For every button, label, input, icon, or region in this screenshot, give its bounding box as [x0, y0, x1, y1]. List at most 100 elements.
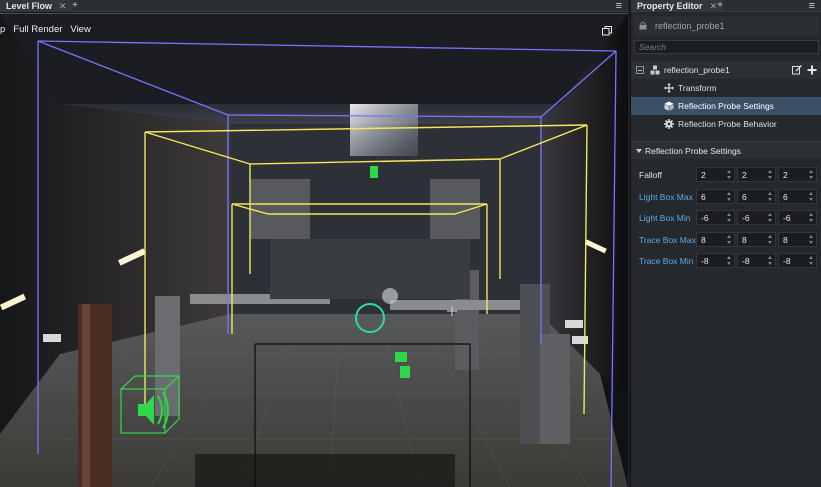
property-row-trace-box-max: Trace Box Max 8 8 8 [631, 229, 821, 251]
property-list: Falloff 2 2 2 Light Box Max 6 6 6 Light … [631, 164, 821, 272]
spinner-icon[interactable] [809, 169, 814, 180]
number-field-y[interactable]: 8 [737, 231, 776, 247]
number-value: 6 [742, 191, 747, 202]
number-field-x[interactable]: 2 [696, 167, 735, 182]
tree-item-root[interactable]: reflection_probe1 [631, 61, 821, 79]
spinner-icon[interactable] [727, 234, 732, 245]
number-value: -6 [701, 213, 709, 223]
edit-icon[interactable] [792, 65, 802, 75]
scene-render [0, 14, 628, 487]
spinner-icon[interactable] [727, 255, 732, 266]
number-value: 2 [783, 170, 788, 180]
number-field-x[interactable]: -8 [696, 253, 735, 268]
number-field-y[interactable]: 2 [737, 167, 776, 182]
property-label: Light Box Max [639, 191, 693, 202]
spinner-icon[interactable] [809, 191, 814, 202]
number-value: 2 [742, 170, 747, 180]
property-label: Trace Box Min [639, 256, 694, 266]
number-field-z[interactable]: 2 [778, 167, 817, 182]
search-field[interactable] [634, 40, 819, 54]
number-field-z[interactable]: -6 [778, 210, 817, 225]
viewport[interactable]: p Full Render View [0, 13, 628, 487]
tree-root-label: reflection_probe1 [664, 65, 730, 75]
viewport-menu-full-render[interactable]: Full Render [13, 24, 62, 35]
collapse-icon[interactable] [636, 66, 644, 74]
tree-item-label: Transform [678, 83, 717, 93]
spinner-icon[interactable] [809, 255, 814, 266]
spinner-icon[interactable] [768, 255, 773, 266]
component-tree: reflection_probe1 Transform Reflection P… [631, 61, 821, 133]
tree-item-label: Reflection Probe Settings [678, 101, 774, 111]
tab-property-editor[interactable]: Property Editor ✕ [631, 0, 724, 12]
number-field-x[interactable]: 6 [696, 188, 735, 204]
object-name-text: reflection_probe1 [655, 21, 725, 31]
viewport-menu-view[interactable]: View [70, 24, 90, 35]
move-icon [664, 83, 674, 93]
spinner-icon[interactable] [768, 169, 773, 180]
tree-item-label: Reflection Probe Behavior [678, 119, 777, 129]
spinner-icon[interactable] [727, 191, 732, 202]
spinner-icon[interactable] [809, 212, 814, 223]
tree-item-transform[interactable]: Transform [631, 79, 821, 97]
spinner-icon[interactable] [768, 234, 773, 245]
tree-item-reflection-probe-settings[interactable]: Reflection Probe Settings [631, 97, 821, 115]
left-tabbar: Level Flow ✕ + ≡ [0, 0, 628, 12]
property-label: Light Box Min [639, 213, 691, 223]
number-value: -8 [742, 256, 750, 266]
section-title: Reflection Probe Settings [645, 146, 741, 156]
spinner-icon[interactable] [727, 212, 732, 223]
number-value: 8 [742, 234, 747, 245]
number-field-y[interactable]: 6 [737, 188, 776, 204]
add-tab-icon[interactable]: + [715, 1, 725, 11]
property-editor-panel: Property Editor✕ + ≡ reflection_probe1 r… [630, 0, 821, 487]
number-value: 8 [701, 234, 706, 245]
add-tab-icon[interactable]: + [70, 1, 80, 11]
property-label: Falloff [639, 170, 662, 180]
section-header-reflection-probe-settings[interactable]: Reflection Probe Settings [631, 141, 821, 159]
object-name-field[interactable]: reflection_probe1 [634, 16, 819, 36]
hamburger-icon[interactable]: ≡ [616, 0, 622, 12]
search-input[interactable] [635, 41, 818, 53]
cube-icon [664, 101, 674, 111]
property-row-light-box-max: Light Box Max 6 6 6 [631, 186, 821, 208]
spinner-icon[interactable] [768, 191, 773, 202]
number-value: 8 [783, 234, 788, 245]
property-row-falloff: Falloff 2 2 2 [631, 164, 821, 186]
number-value: 6 [783, 191, 788, 202]
viewport-menu: p Full Render View [0, 24, 99, 35]
hamburger-icon[interactable]: ≡ [809, 0, 815, 12]
right-tabbar: Property Editor ✕ + ≡ [631, 0, 821, 12]
level-flow-panel: Level Flow ✕ + ≡ p Full Render View [0, 0, 628, 487]
spinner-icon[interactable] [727, 169, 732, 180]
lock-icon[interactable] [639, 21, 647, 30]
tab-property-editor-label: Property Editor [637, 1, 703, 11]
close-icon[interactable]: ✕ [59, 1, 67, 11]
number-value: 2 [701, 170, 706, 180]
number-field-y[interactable]: -8 [737, 253, 776, 268]
tab-level-flow-label: Level Flow [6, 1, 53, 11]
number-field-z[interactable]: 6 [778, 188, 817, 204]
property-label: Trace Box Max [639, 234, 696, 245]
number-field-z[interactable]: 8 [778, 231, 817, 247]
number-field-x[interactable]: -6 [696, 210, 735, 225]
maximize-icon[interactable] [602, 26, 612, 36]
number-field-z[interactable]: -8 [778, 253, 817, 268]
spinner-icon[interactable] [768, 212, 773, 223]
number-field-x[interactable]: 8 [696, 231, 735, 247]
number-value: 6 [701, 191, 706, 202]
number-value: -6 [783, 213, 791, 223]
number-value: -8 [783, 256, 791, 266]
tab-level-flow[interactable]: Level Flow ✕ [0, 0, 73, 12]
number-value: -6 [742, 213, 750, 223]
property-row-trace-box-min: Trace Box Min -8 -8 -8 [631, 250, 821, 272]
number-value: -8 [701, 256, 709, 266]
gear-icon [664, 119, 674, 129]
property-row-light-box-min: Light Box Min -6 -6 -6 [631, 207, 821, 229]
number-field-y[interactable]: -6 [737, 210, 776, 225]
tree-item-reflection-probe-behavior[interactable]: Reflection Probe Behavior [631, 115, 821, 133]
viewport-menu-item-cut[interactable]: p [0, 24, 5, 35]
spinner-icon[interactable] [809, 234, 814, 245]
chevron-down-icon [636, 149, 642, 153]
add-component-icon[interactable] [807, 65, 817, 75]
entity-icon [650, 65, 660, 75]
